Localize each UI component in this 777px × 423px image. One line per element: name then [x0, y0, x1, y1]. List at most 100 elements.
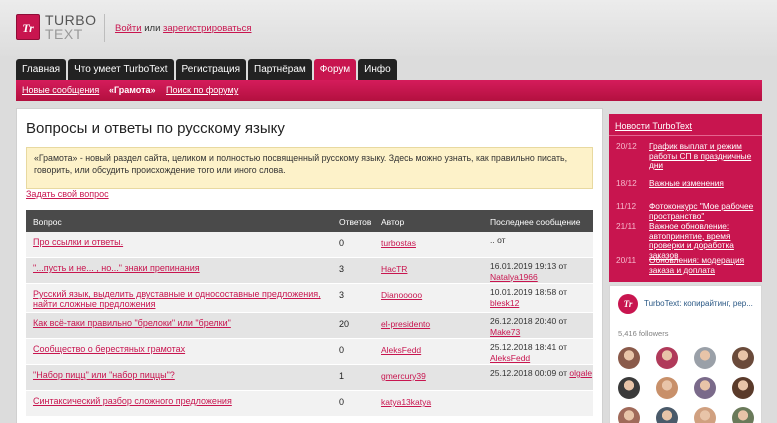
last-user-link[interactable]: Natalya1966 — [490, 272, 538, 282]
answers-count: 3 — [339, 290, 345, 300]
news-title-link[interactable]: Новости TurboText — [615, 121, 692, 131]
nav-tab-5[interactable]: Инфо — [358, 59, 397, 80]
vk-group-logo[interactable]: Tr — [618, 294, 638, 314]
new-messages-link[interactable]: Новые сообщения — [22, 85, 99, 95]
follower-avatar[interactable] — [618, 407, 640, 423]
last-date: .. от — [490, 235, 506, 245]
col-answers[interactable]: Ответов — [339, 217, 371, 227]
last-message: 16.01.2019 19:13 от Natalya1966 — [490, 261, 593, 282]
table-body: Про ссылки и ответы. 0 turbostas .. от "...… — [26, 232, 593, 417]
follower-avatar[interactable] — [732, 377, 754, 399]
vk-widget: Tr TurboText: копирайтинг, рер... 5,416 … — [609, 285, 762, 423]
question-link[interactable]: Русский язык, выделить двуставные и одно… — [33, 289, 333, 309]
news-date: 21/11 — [616, 221, 637, 231]
last-message: 25.12.2018 00:09 от olgale — [490, 368, 592, 379]
last-date: 25.12.2018 18:41 от — [490, 342, 567, 352]
table-header: Вопрос Ответов Автор Последнее сообщение — [26, 210, 593, 232]
col-author[interactable]: Автор — [381, 217, 404, 227]
author-link[interactable]: HacTR — [381, 264, 407, 274]
table-row: Про ссылки и ответы. 0 turbostas .. от — [26, 232, 593, 258]
author-link[interactable]: turbostas — [381, 238, 416, 248]
question-link[interactable]: Про ссылки и ответы. — [33, 237, 333, 247]
follower-avatar[interactable] — [732, 407, 754, 423]
table-row: Как всё-таки правильно "брелоки" или "бр… — [26, 313, 593, 339]
current-section: «Грамота» — [109, 85, 156, 95]
ask-question-link[interactable]: Задать свой вопрос — [26, 189, 109, 199]
news-link[interactable]: График выплат и режим работы СП в праздн… — [649, 141, 759, 171]
last-message: .. от — [490, 235, 506, 246]
turbotext-logo[interactable]: Tr — [16, 14, 40, 40]
main-nav: Главная Что умеет TurboText Регистрация Пар… — [16, 59, 397, 80]
news-header: Новости TurboText — [609, 114, 762, 136]
author-link[interactable]: katya13katya — [381, 397, 431, 407]
table-row: Сообщество о берестяных грамотах 0 AleksFe… — [26, 339, 593, 365]
news-date: 18/12 — [616, 178, 637, 188]
table-row: Синтаксический разбор сложного предложен… — [26, 391, 593, 417]
author-link[interactable]: gmercury39 — [381, 371, 426, 381]
news-date: 11/12 — [616, 201, 637, 211]
last-message: 10.01.2019 18:58 от blesk12 — [490, 287, 593, 308]
news-link[interactable]: Важные изменения — [649, 178, 759, 189]
answers-count: 20 — [339, 319, 350, 329]
follower-avatar[interactable] — [618, 377, 640, 399]
nav-tab-0[interactable]: Главная — [16, 59, 67, 80]
follower-avatar[interactable] — [656, 347, 678, 369]
last-date: 10.01.2019 18:58 от — [490, 287, 567, 297]
nav-tab-2[interactable]: Регистрация — [175, 59, 247, 80]
auth-links: Войти или зарегистрироваться — [115, 23, 252, 34]
forum-main-panel: Вопросы и ответы по русскому языку «Грам… — [16, 108, 603, 423]
site-header: Tr TURBO TEXT Войти или зарегистрировать… — [0, 0, 777, 56]
last-date: 16.01.2019 19:13 от — [490, 261, 567, 271]
last-user-link[interactable]: olgale — [569, 368, 592, 378]
author-link[interactable]: Dianooooo — [381, 290, 422, 300]
follower-avatar[interactable] — [656, 407, 678, 423]
question-link[interactable]: Сообщество о берестяных грамотах — [33, 344, 333, 354]
news-date: 20/11 — [616, 255, 637, 265]
follower-avatar[interactable] — [694, 407, 716, 423]
last-date: 26.12.2018 20:40 от — [490, 316, 567, 326]
vk-group-name[interactable]: TurboText: копирайтинг, рер... — [644, 299, 760, 308]
answers-count: 0 — [339, 397, 345, 407]
section-notice: «Грамота» - новый раздел сайта, целиком … — [26, 147, 593, 189]
table-row: "Набор пицц" или "набор пиццы"? 1 gmercury… — [26, 365, 593, 391]
answers-count: 0 — [339, 345, 345, 355]
question-link[interactable]: Как всё-таки правильно "брелоки" или "бр… — [33, 318, 333, 328]
vk-followers: 5,416 followers — [618, 329, 669, 338]
col-last-message[interactable]: Последнее сообщение — [490, 217, 581, 227]
answers-count: 1 — [339, 371, 345, 381]
questions-table: Вопрос Ответов Автор Последнее сообщение… — [26, 210, 593, 417]
login-link[interactable]: Войти — [115, 23, 142, 34]
follower-avatar[interactable] — [656, 377, 678, 399]
news-link[interactable]: Фотоконкурс "Мое рабочее пространство" — [649, 201, 759, 221]
author-link[interactable]: AleksFedd — [381, 345, 421, 355]
author-link[interactable]: el-presidento — [381, 319, 430, 329]
last-user-link[interactable]: Make73 — [490, 327, 520, 337]
brand-name[interactable]: TURBO TEXT — [45, 13, 97, 41]
follower-avatar[interactable] — [618, 347, 640, 369]
last-user-link[interactable]: blesk12 — [490, 298, 519, 308]
answers-count: 3 — [339, 264, 345, 274]
answers-count: 0 — [339, 238, 345, 248]
forum-subnav: Новые сообщения «Грамота» Поиск по форум… — [16, 80, 762, 101]
last-message: 25.12.2018 18:41 от AleksFedd — [490, 342, 593, 363]
page-title: Вопросы и ответы по русскому языку — [26, 120, 285, 137]
question-link[interactable]: Синтаксический разбор сложного предложен… — [33, 396, 333, 406]
news-sidebar: Новости TurboText 20/12 График выплат и р… — [609, 114, 762, 282]
auth-or: или — [144, 23, 161, 34]
question-link[interactable]: "Набор пицц" или "набор пиццы"? — [33, 370, 333, 380]
register-link[interactable]: зарегистрироваться — [163, 23, 251, 34]
nav-tab-4[interactable]: Форум — [313, 59, 357, 80]
follower-avatar[interactable] — [694, 377, 716, 399]
news-link[interactable]: Обновления: модерация заказа и доплата — [649, 255, 759, 275]
follower-avatar[interactable] — [732, 347, 754, 369]
question-link[interactable]: "...пусть и не... , но..." знаки препина… — [33, 263, 333, 273]
nav-tab-1[interactable]: Что умеет TurboText — [68, 59, 174, 80]
last-date: 25.12.2018 00:09 от — [490, 368, 567, 378]
news-date: 20/12 — [616, 141, 637, 151]
forum-search-link[interactable]: Поиск по форуму — [166, 85, 238, 95]
nav-tab-3[interactable]: Партнёрам — [248, 59, 312, 80]
last-user-link[interactable]: AleksFedd — [490, 353, 530, 363]
brand-line2: TEXT — [45, 26, 83, 42]
col-question[interactable]: Вопрос — [33, 217, 62, 227]
follower-avatar[interactable] — [694, 347, 716, 369]
